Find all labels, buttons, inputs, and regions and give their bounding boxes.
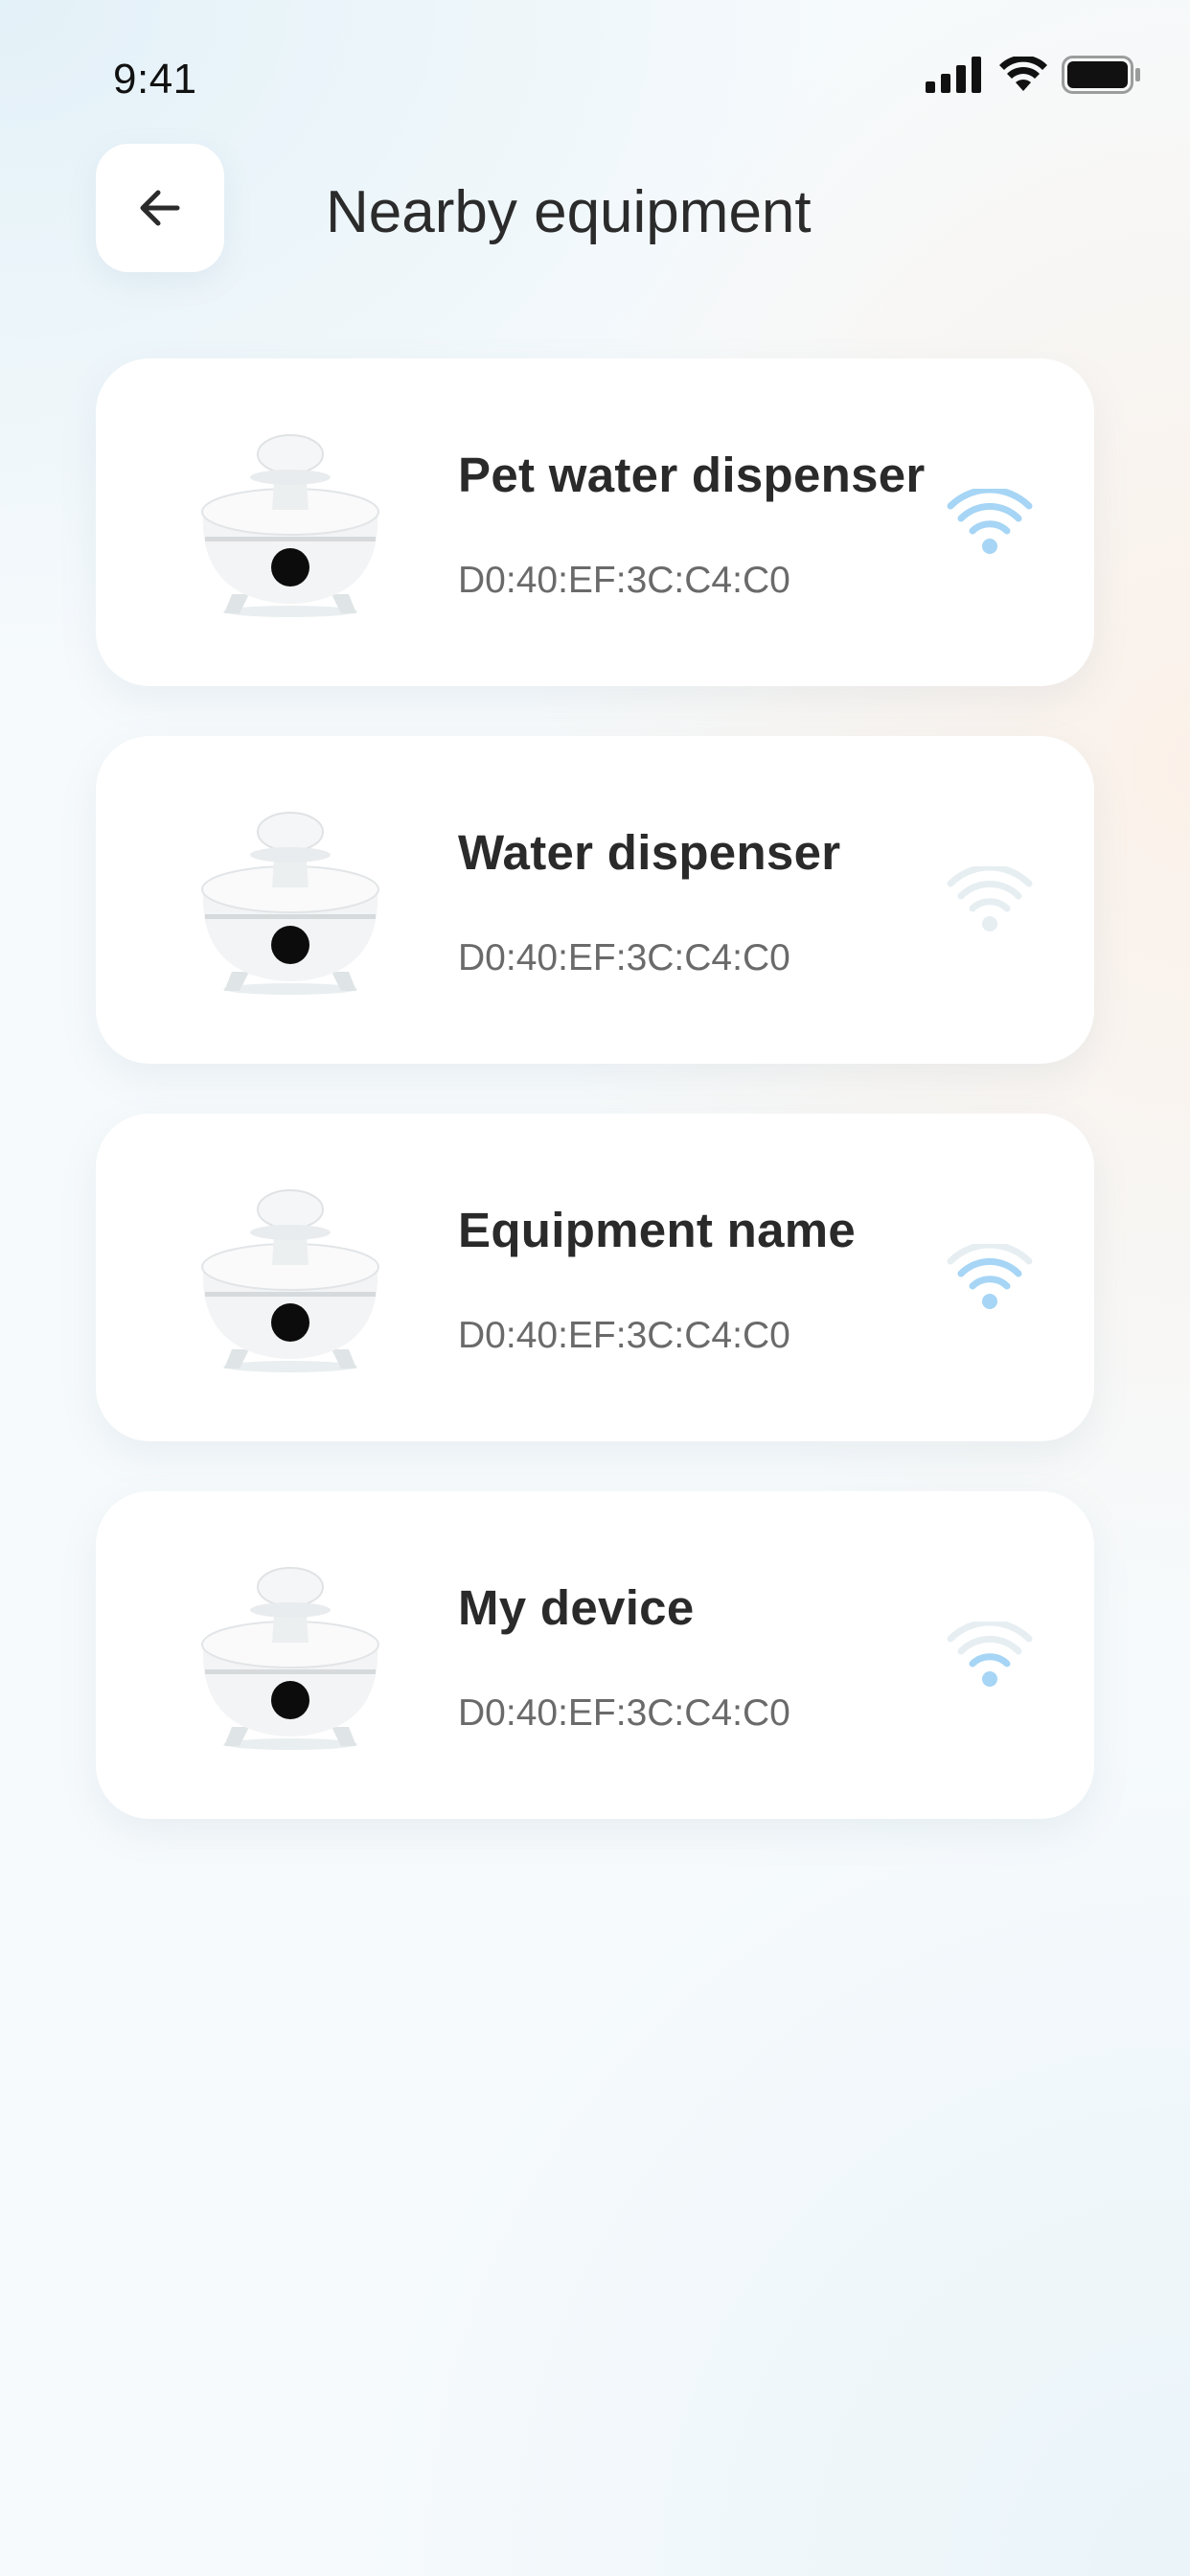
signal-strong-icon [947, 489, 1033, 554]
back-button[interactable] [96, 144, 224, 272]
arrow-left-icon [140, 190, 180, 226]
device-mac-address: D0:40:EF:3C:C4:C0 [458, 560, 790, 601]
device-name: Water dispenser [458, 825, 841, 880]
device-name: Equipment name [458, 1203, 857, 1257]
device-mac-address: D0:40:EF:3C:C4:C0 [458, 1315, 790, 1356]
device-mac-address: D0:40:EF:3C:C4:C0 [458, 1692, 790, 1734]
device-mac-address: D0:40:EF:3C:C4:C0 [458, 937, 790, 978]
page-title: Nearby equipment [326, 179, 812, 245]
cellular-signal-icon [926, 57, 981, 93]
water-dispenser-image [201, 1189, 379, 1372]
status-icons [926, 56, 1142, 94]
status-bar: 9:41 [0, 0, 1190, 144]
device-card[interactable]: Pet water dispenser D0:40:EF:3C:C4:C0 [96, 358, 1094, 686]
battery-icon [1062, 56, 1140, 94]
device-card[interactable]: Equipment name D0:40:EF:3C:C4:C0 [96, 1114, 1094, 1441]
signal-none-icon [947, 866, 1033, 932]
device-card[interactable]: My device D0:40:EF:3C:C4:C0 [96, 1491, 1094, 1819]
device-card[interactable]: Water dispenser D0:40:EF:3C:C4:C0 [96, 736, 1094, 1064]
water-dispenser-image [201, 1567, 379, 1750]
water-dispenser-image [201, 434, 379, 617]
signal-medium-icon [947, 1244, 1033, 1309]
device-name: My device [458, 1580, 695, 1635]
device-name: Pet water dispenser [458, 448, 926, 502]
water-dispenser-image [201, 812, 379, 995]
device-list: Pet water dispenser D0:40:EF:3C:C4:C0 Wa… [96, 358, 1094, 1869]
signal-weak-icon [947, 1622, 1033, 1687]
wifi-icon [999, 57, 1047, 91]
header: Nearby equipment [0, 144, 1190, 278]
status-time: 9:41 [113, 56, 197, 103]
